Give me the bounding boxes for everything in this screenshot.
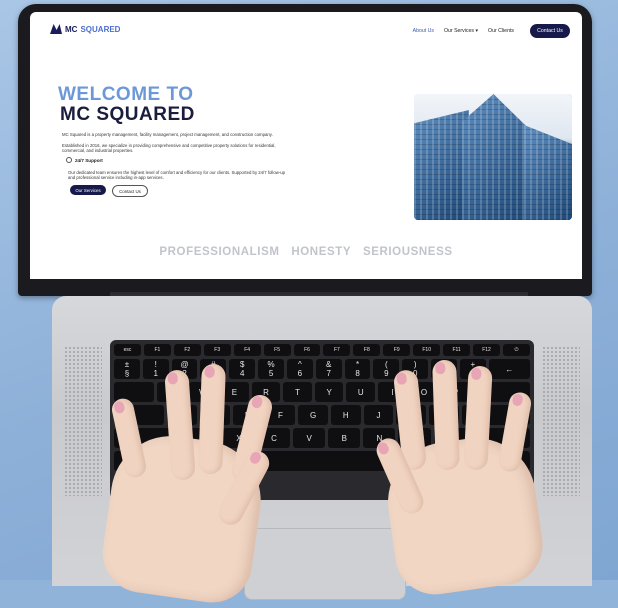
key-f11[interactable]: F11: [443, 344, 471, 356]
laptop-screen: MC SQUARED About Us Our Services ▾ Our Cl…: [30, 12, 582, 279]
site-logo[interactable]: MC SQUARED: [50, 24, 120, 34]
left-middle-finger: [198, 363, 226, 475]
key-f6[interactable]: F6: [293, 344, 321, 356]
speaker-grille-left: [64, 346, 102, 496]
power-key[interactable]: ⏻: [502, 344, 530, 356]
nav-links: About Us Our Services ▾ Our Clients: [413, 28, 514, 34]
logo-prefix: MC: [65, 24, 78, 34]
logo-suffix: SQUARED: [80, 24, 121, 34]
nail: [471, 367, 482, 381]
nail: [250, 395, 264, 410]
key-b[interactable]: B: [328, 428, 361, 448]
key-h[interactable]: H: [330, 405, 361, 425]
nav-link-clients[interactable]: Our Clients: [488, 28, 514, 34]
site-navbar: MC SQUARED About Us Our Services ▾ Our Cl…: [30, 12, 582, 52]
key-y[interactable]: Y: [314, 382, 344, 402]
key-section[interactable]: ± §: [114, 359, 140, 379]
key-f10[interactable]: F10: [413, 344, 441, 356]
logo-mark-icon: [50, 24, 62, 34]
key-5[interactable]: % 5: [258, 359, 284, 379]
key-f4[interactable]: F4: [233, 344, 261, 356]
key-f9[interactable]: F9: [383, 344, 411, 356]
key-f8[interactable]: F8: [353, 344, 381, 356]
backspace-key[interactable]: ←: [488, 359, 531, 379]
nail: [511, 393, 524, 407]
nail: [435, 361, 446, 375]
nail: [167, 372, 179, 385]
chevron-down-icon: ▾: [475, 28, 479, 34]
key-t[interactable]: T: [283, 382, 312, 402]
hero-title-line1: WELCOME TO: [58, 84, 194, 105]
key-4[interactable]: $ 4: [229, 359, 256, 379]
key-7[interactable]: & 7: [315, 359, 342, 379]
key-g[interactable]: G: [298, 405, 328, 425]
key-u[interactable]: U: [346, 382, 376, 402]
our-services-button[interactable]: Our Services: [70, 185, 106, 195]
speaker-grille-right: [542, 346, 580, 496]
trackpad[interactable]: [244, 528, 406, 600]
fn-row: esc F1 F2 F3 F4 F5 F6 F7 F8 F9 F10 F11 F…: [114, 344, 530, 356]
support-badge: 24/7 Support: [66, 157, 103, 163]
key-j[interactable]: J: [363, 405, 394, 425]
value-seriousness: SERIOUSNESS: [362, 246, 453, 258]
right-middle-finger: [432, 359, 460, 471]
hero-paragraph-1: MC Squared is a property management, fac…: [62, 132, 273, 137]
key-esc[interactable]: esc: [114, 344, 141, 356]
nail: [396, 372, 408, 386]
clock-icon: [66, 157, 72, 163]
value-honesty: HONESTY: [291, 246, 352, 258]
nail: [376, 440, 391, 456]
support-badge-label: 24/7 Support: [75, 157, 103, 163]
key-v[interactable]: V: [293, 428, 326, 448]
hero-paragraph-2: Established in 2016, we specialize in pr…: [62, 143, 276, 154]
nail: [113, 400, 126, 415]
key-f2[interactable]: F2: [173, 344, 201, 356]
nail: [248, 450, 263, 466]
key-f7[interactable]: F7: [323, 344, 351, 356]
company-values: PROFESSIONALISM HONESTY SERIOUSNESS: [30, 246, 582, 258]
value-professionalism: PROFESSIONALISM: [159, 246, 280, 258]
key-f12[interactable]: F12: [473, 344, 500, 356]
key-f3[interactable]: F3: [203, 344, 231, 356]
key-8[interactable]: * 8: [344, 359, 371, 379]
hero-title-line2: MC SQUARED: [60, 104, 195, 125]
contact-us-button[interactable]: Contact Us: [112, 185, 148, 197]
key-f5[interactable]: F5: [263, 344, 291, 356]
nav-link-about[interactable]: About Us: [413, 28, 434, 34]
nav-link-services[interactable]: Our Services ▾: [444, 28, 478, 34]
tower-left: [414, 110, 469, 220]
hero-paragraph-3: Our dedicated team ensures the highest l…: [68, 170, 286, 181]
key-f1[interactable]: F1: [143, 344, 171, 356]
hero-building-image: [414, 94, 572, 220]
key-1[interactable]: ! 1: [142, 359, 169, 379]
key-6[interactable]: ^ 6: [286, 359, 313, 379]
nail: [204, 365, 215, 379]
nav-link-services-label: Our Services: [444, 28, 474, 34]
nav-contact-button[interactable]: Contact Us: [530, 24, 570, 38]
